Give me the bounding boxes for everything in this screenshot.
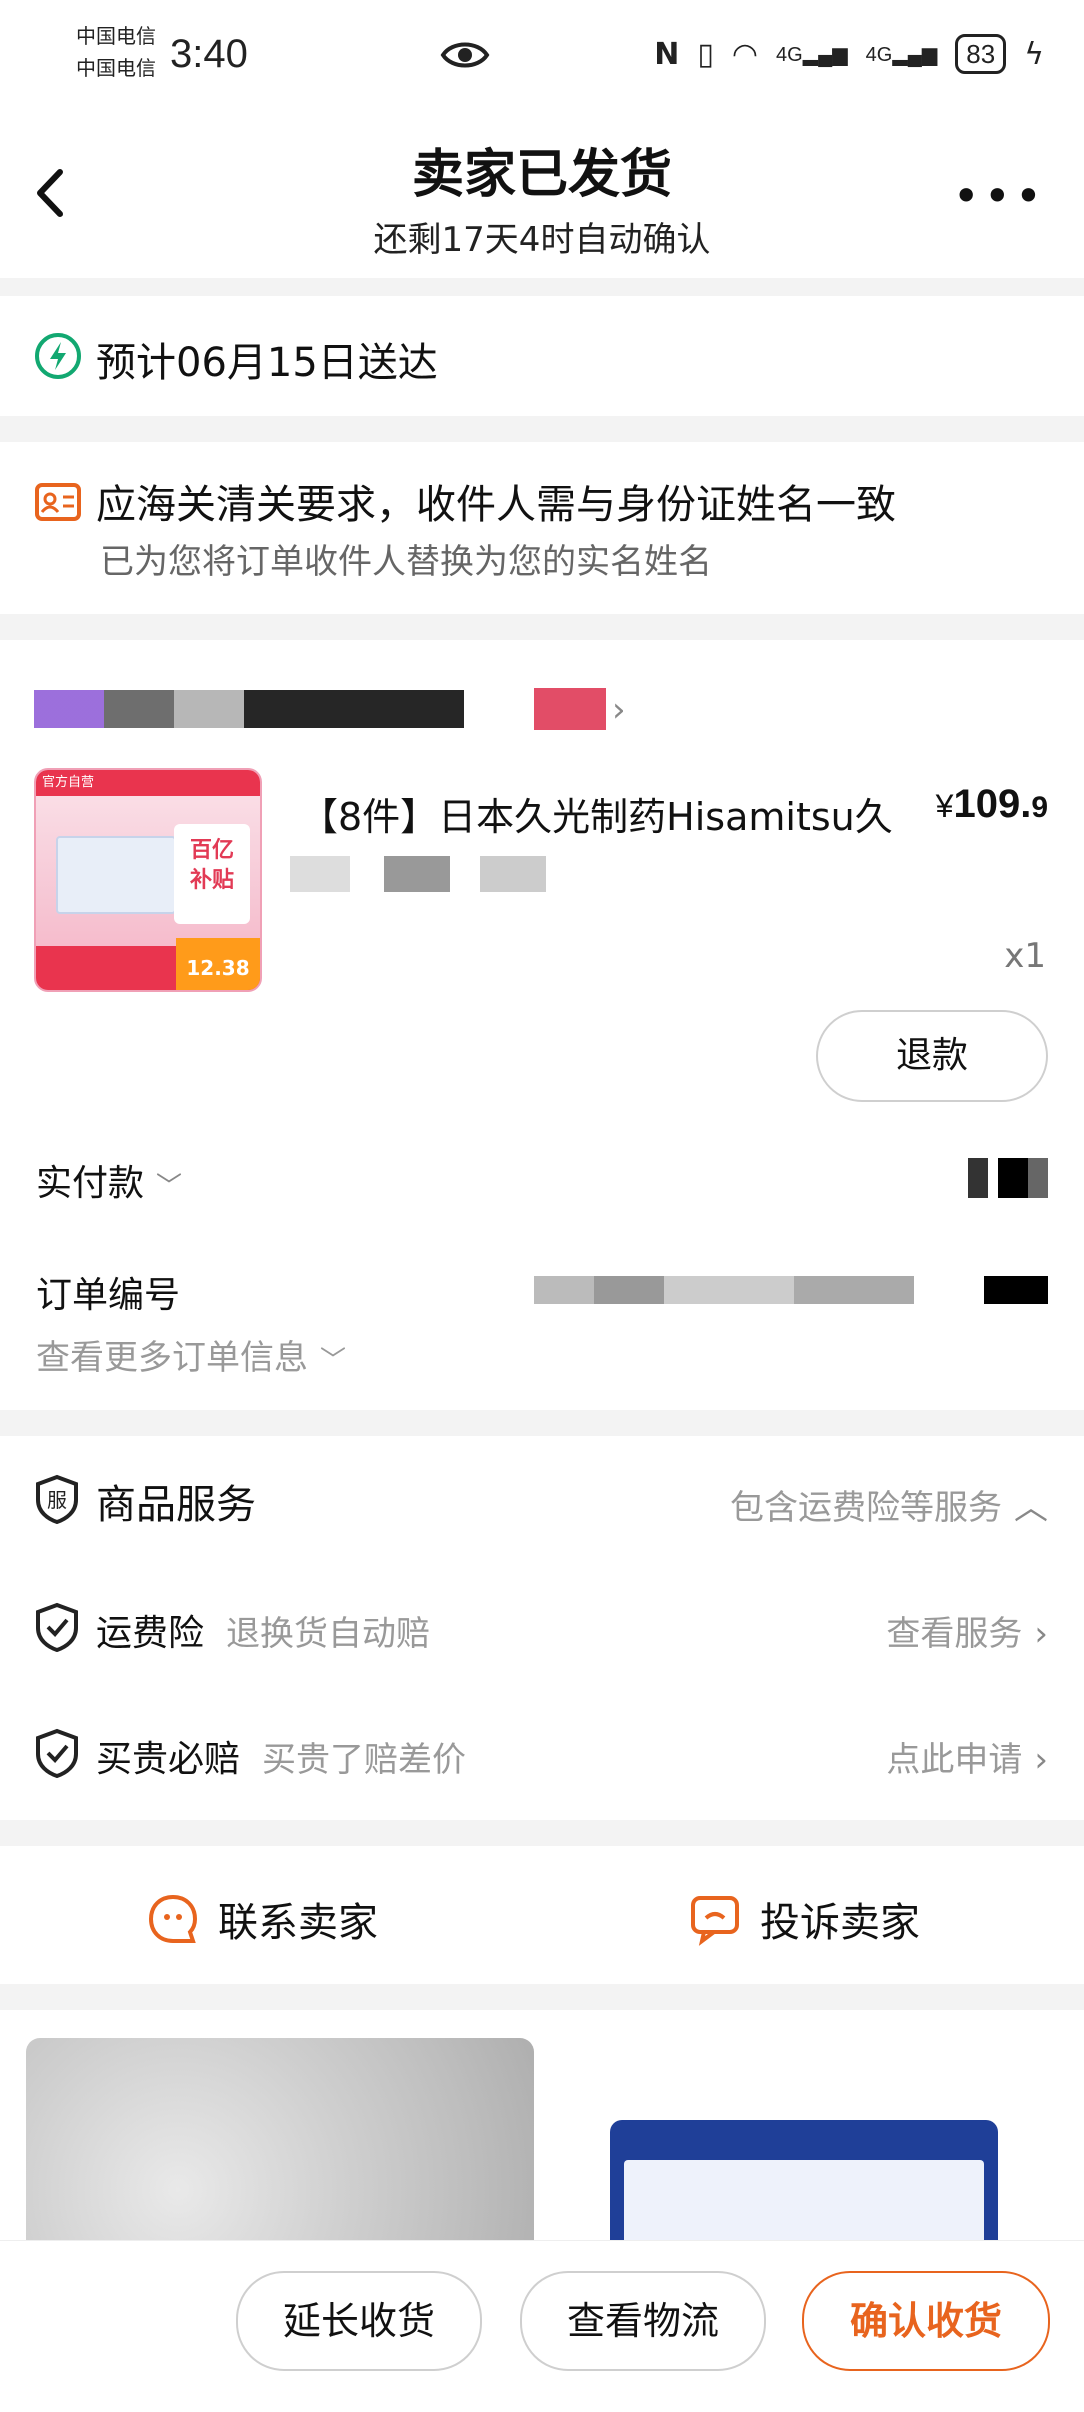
- service-shield-icon: 服: [36, 1474, 78, 1524]
- customs-notice-subtitle: 已为您将订单收件人替换为您的实名姓名: [100, 542, 712, 582]
- shop-badge-redacted: [534, 688, 606, 730]
- vibrate-icon: ▯: [697, 36, 714, 72]
- paid-amount-label: 实付款: [36, 1163, 145, 1204]
- more-order-info-label: 查看更多订单信息: [36, 1338, 308, 1378]
- chevron-right-icon: ›: [1034, 1740, 1048, 1780]
- complain-seller-label: 投诉卖家: [760, 1900, 920, 1946]
- customs-notice-title: 应海关清关要求，收件人需与身份证姓名一致: [96, 482, 896, 528]
- lightning-icon: [35, 333, 81, 379]
- chat-face-icon: [148, 1894, 198, 1943]
- delivery-eta-card[interactable]: 预计06月15日送达: [0, 296, 1084, 416]
- service-name: 运费险: [96, 1613, 205, 1654]
- contact-card: 联系卖家 投诉卖家: [0, 1846, 1084, 1984]
- status-icons: N ▯ ◠ 4G▂▄▆ 4G▂▄▆ 83 ϟ: [654, 34, 1044, 74]
- service-item-price-guarantee: 买贵必赔 买贵了赔差价: [96, 1730, 466, 1782]
- complaint-message-icon: [691, 1896, 739, 1946]
- product-image-banner: 官方自营: [36, 770, 260, 796]
- chevron-right-icon: ›: [612, 690, 626, 730]
- services-card: 服 商品服务 包含运费险等服务 ︿ 运费险 退换货自动赔 查看服务 › 买贵必赔 买贵了…: [0, 1436, 1084, 1820]
- services-title: 商品服务: [96, 1482, 256, 1528]
- product-price: ¥109.9: [936, 782, 1048, 827]
- extend-receipt-button[interactable]: 延长收货: [236, 2271, 482, 2371]
- apply-price-guarantee-link[interactable]: 点此申请 ›: [886, 1732, 1048, 1781]
- chevron-down-icon: ﹀: [156, 1172, 183, 1202]
- status-bar: 中国电信 中国电信 3:40 N ▯ ◠ 4G▂▄▆ 4G▂▄▆ 83 ϟ: [0, 0, 1084, 110]
- delivery-eta: 预计06月15日送达: [96, 340, 438, 386]
- service-name: 买贵必赔: [96, 1739, 241, 1780]
- auto-confirm-countdown: 还剩17天4时自动确认: [373, 220, 711, 260]
- product-quantity: x1: [1004, 936, 1046, 976]
- chevron-right-icon: ›: [1034, 1614, 1048, 1654]
- refund-button[interactable]: 退款: [816, 1010, 1048, 1102]
- price-guarantee-icon: [36, 1728, 78, 1778]
- order-number-redacted[interactable]: [534, 1276, 1048, 1304]
- more-options-button[interactable]: •••: [953, 173, 1046, 219]
- paid-amount-redacted: [968, 1158, 1048, 1198]
- view-logistics-button[interactable]: 查看物流: [520, 2271, 766, 2371]
- subsidy-badge-line1: 百亿: [189, 838, 234, 863]
- price-currency: ¥: [935, 788, 954, 824]
- order-card: › 官方自营 百亿 补贴 12.38 【8件】日本久光制药Hisamitsu久 …: [0, 640, 1084, 1410]
- price-decimal: 9: [1031, 791, 1048, 824]
- eye-icon: [440, 38, 490, 76]
- signal-icon-1: 4G▂▄▆: [776, 43, 848, 66]
- carrier-1: 中国电信: [76, 24, 156, 48]
- battery-icon: 83: [955, 34, 1007, 74]
- customs-notice-card: 应海关清关要求，收件人需与身份证姓名一致 已为您将订单收件人替换为您的实名姓名: [0, 442, 1084, 614]
- service-desc: 退换货自动赔: [226, 1614, 431, 1654]
- product-spec-redacted: [290, 856, 546, 892]
- subsidy-badge-line2: 补贴: [189, 868, 234, 893]
- view-service-link[interactable]: 查看服务 ›: [886, 1606, 1048, 1655]
- product-image-price: 12.38: [176, 938, 260, 990]
- paid-amount-toggle[interactable]: 实付款 ﹀: [36, 1154, 182, 1206]
- order-number-label: 订单编号: [36, 1275, 181, 1316]
- view-service-label: 查看服务: [886, 1614, 1023, 1654]
- wifi-icon: ◠: [731, 36, 759, 72]
- service-item-shipping-insurance: 运费险 退换货自动赔: [96, 1604, 430, 1656]
- services-summary: 包含运费险等服务: [730, 1488, 1002, 1528]
- bottom-action-bar: 延长收货 查看物流 确认收货: [0, 2240, 1084, 2412]
- chevron-down-icon: ﹀: [320, 1346, 347, 1376]
- nfc-icon: N: [654, 36, 680, 72]
- apply-label: 点此申请: [886, 1740, 1023, 1780]
- shop-name-redacted[interactable]: [34, 690, 464, 728]
- signal-icon-2: 4G▂▄▆: [865, 43, 938, 66]
- product-image[interactable]: 官方自营 百亿 补贴 12.38: [34, 768, 262, 992]
- page-title: 卖家已发货: [411, 145, 672, 205]
- contact-seller-button[interactable]: 联系卖家: [146, 1890, 378, 1948]
- chevron-up-icon: ︿: [1014, 1488, 1048, 1528]
- more-order-info-toggle[interactable]: 查看更多订单信息 ﹀: [36, 1330, 346, 1379]
- services-collapse-toggle[interactable]: 包含运费险等服务 ︿: [730, 1480, 1048, 1529]
- contact-seller-label: 联系卖家: [218, 1900, 378, 1946]
- service-desc: 买贵了赔差价: [262, 1740, 467, 1780]
- page-header: 卖家已发货 还剩17天4时自动确认 •••: [0, 110, 1084, 278]
- shipping-insurance-icon: [36, 1602, 78, 1652]
- id-card-icon: [35, 483, 81, 521]
- product-name[interactable]: 【8件】日本久光制药Hisamitsu久: [300, 786, 893, 841]
- charging-icon: ϟ: [1024, 36, 1044, 72]
- clock: 3:40: [170, 32, 248, 76]
- product-box-graphic: [56, 836, 176, 914]
- confirm-receipt-button[interactable]: 确认收货: [802, 2271, 1050, 2371]
- carrier-2: 中国电信: [76, 56, 156, 80]
- subsidy-badge: 百亿 补贴: [174, 824, 250, 924]
- svg-text:服: 服: [47, 1488, 67, 1512]
- price-integer: 109.: [953, 782, 1032, 826]
- complain-seller-button[interactable]: 投诉卖家: [688, 1890, 920, 1948]
